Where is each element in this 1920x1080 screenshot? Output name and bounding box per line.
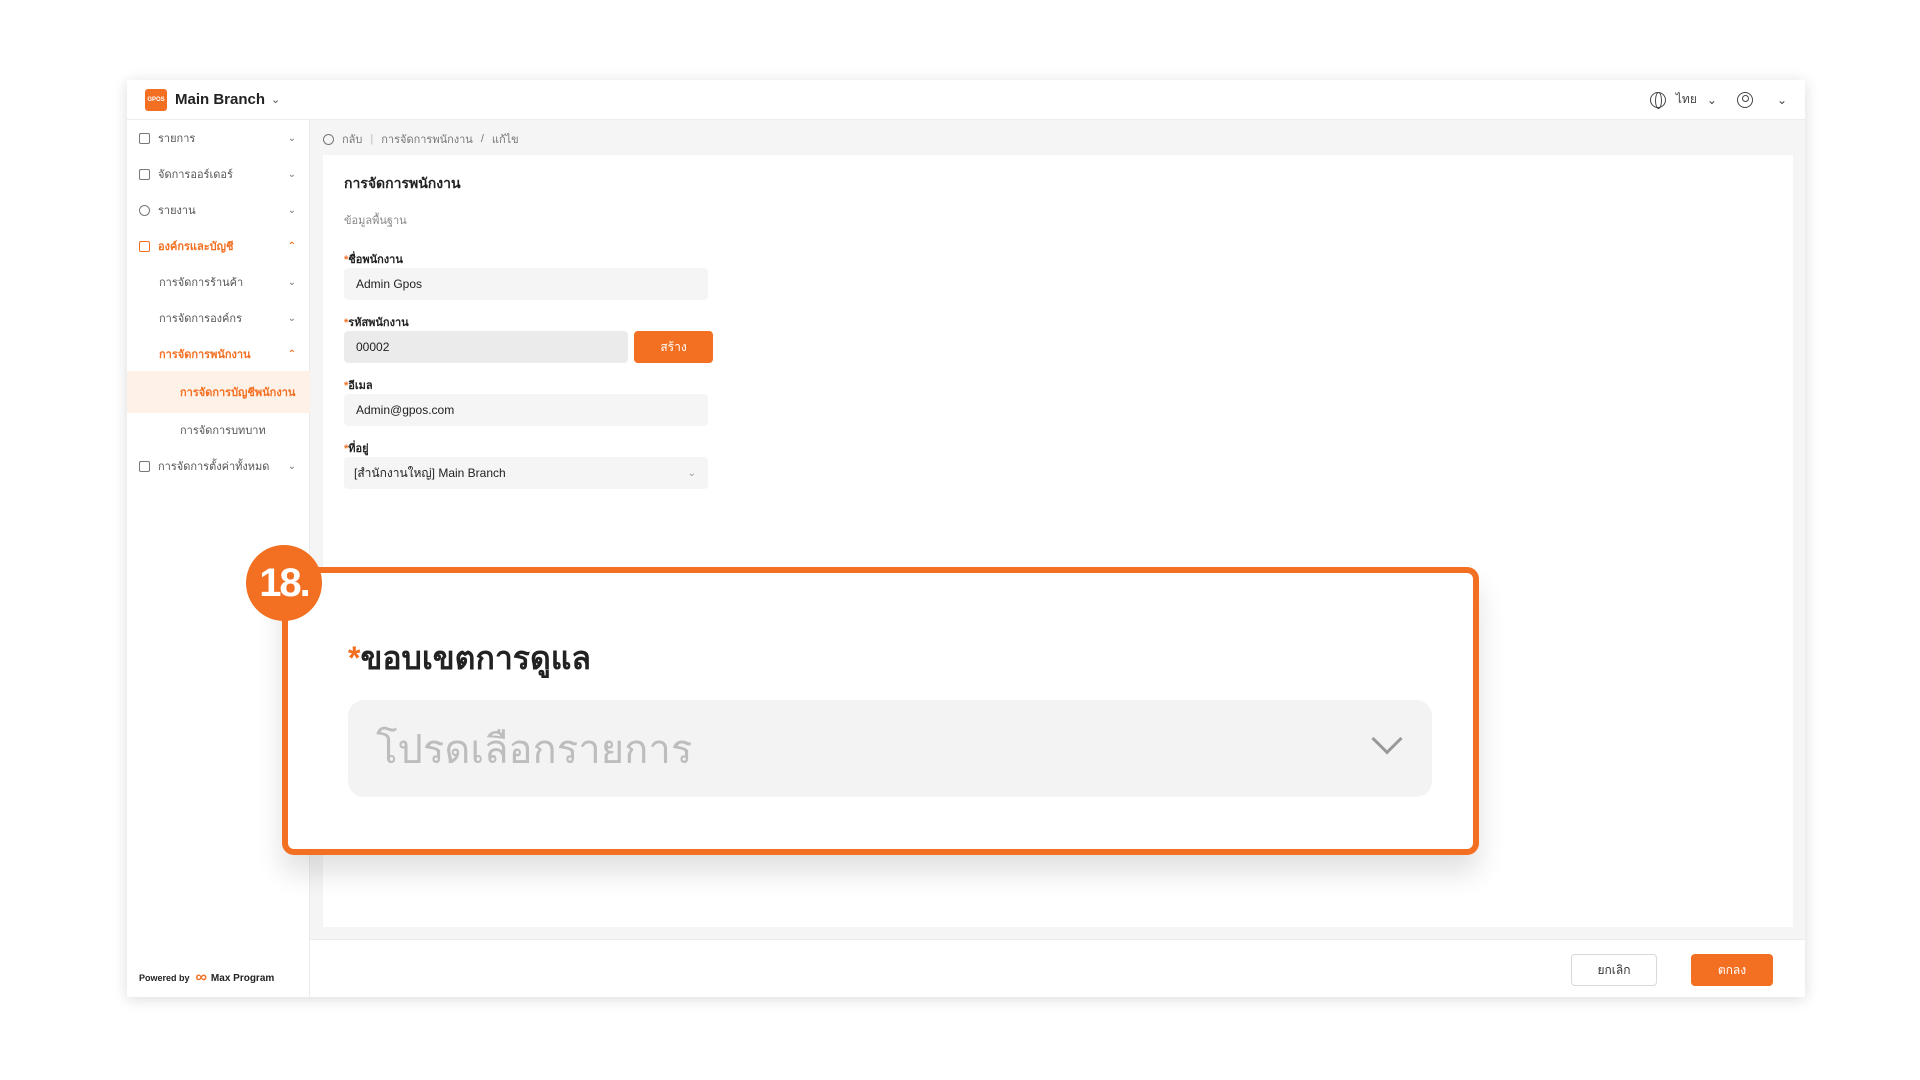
- main-content: กลับ | การจัดการพนักงาน / แก้ไข การจัดกา…: [310, 120, 1805, 997]
- breadcrumb-divider: |: [370, 133, 374, 145]
- user-icon[interactable]: [1736, 91, 1753, 108]
- chevron-down-icon: ⌄: [287, 132, 296, 144]
- sidebar-item-label: การจัดการตั้งค่าทั้งหมด: [158, 461, 270, 473]
- sidebar-item-label: องค์กรและบัญชี: [158, 241, 234, 253]
- sidebar-item-label: การจัดการบัญชีพนักงาน: [180, 387, 296, 399]
- sidebar-item-list[interactable]: รายการ ⌄: [127, 123, 310, 153]
- scope-label: *ขอบเขตการดูแล: [348, 640, 591, 676]
- sidebar-item-label: การจัดการร้านค้า: [159, 277, 244, 289]
- step-badge: 18.: [246, 545, 322, 621]
- ok-button[interactable]: ตกลง: [1691, 954, 1773, 986]
- address-select[interactable]: [สำนักงานใหญ่] Main Branch ⌄: [344, 457, 708, 489]
- chevron-down-icon: ⌄: [287, 204, 296, 216]
- chevron-down-icon[interactable]: ⌄: [1707, 93, 1717, 107]
- breadcrumb-current: แก้ไข: [491, 134, 519, 146]
- chevron-down-icon: ⌄: [287, 168, 296, 180]
- powered-by-text: Powered by: [139, 973, 190, 983]
- employee-code-label: *รหัสพนักงาน: [344, 317, 409, 329]
- sidebar-item-org-management[interactable]: การจัดการองค์กร ⌄: [127, 303, 310, 333]
- back-link[interactable]: กลับ: [342, 130, 362, 148]
- clipboard-icon: [139, 168, 150, 180]
- scope-select[interactable]: โปรดเลือกรายการ: [348, 700, 1432, 797]
- scope-placeholder: โปรดเลือกรายการ: [376, 727, 693, 772]
- label-text: ที่อยู่: [348, 443, 369, 455]
- list-icon: [139, 132, 150, 144]
- employee-code-field[interactable]: 00002: [344, 331, 628, 363]
- breadcrumb-parent[interactable]: การจัดการพนักงาน: [381, 130, 473, 148]
- chevron-down-icon: ⌄: [287, 460, 296, 472]
- app-logo: GPOS: [145, 88, 167, 111]
- app-window: GPOS Main Branch ⌄ ไทย ⌄ ⌄ รายการ ⌄ จัดก…: [127, 80, 1805, 997]
- address-label: *ที่อยู่: [344, 443, 369, 455]
- email-field[interactable]: Admin@gpos.com: [344, 394, 708, 426]
- sidebar-item-reports[interactable]: รายงาน ⌄: [127, 195, 310, 225]
- zoom-callout: *ขอบเขตการดูแล โปรดเลือกรายการ: [282, 567, 1479, 855]
- label-text: ขอบเขตการดูแล: [360, 640, 591, 676]
- people-icon: [139, 240, 150, 252]
- settings-icon: [139, 460, 150, 472]
- back-icon[interactable]: [323, 133, 334, 145]
- sidebar-item-label: การจัดการบทบาท: [180, 425, 266, 437]
- label-text: ชื่อพนักงาน: [348, 254, 403, 266]
- globe-icon[interactable]: [1649, 91, 1666, 109]
- chevron-down-icon: [1371, 723, 1403, 755]
- sidebar-item-label: การจัดการองค์กร: [159, 313, 242, 325]
- breadcrumb: กลับ | การจัดการพนักงาน / แก้ไข: [323, 130, 519, 148]
- breadcrumb-separator: /: [480, 133, 484, 145]
- sidebar-item-label: รายการ: [158, 133, 196, 145]
- cancel-button[interactable]: ยกเลิก: [1571, 954, 1657, 986]
- sidebar-item-employee-accounts[interactable]: การจัดการบัญชีพนักงาน: [127, 371, 310, 413]
- sidebar-item-roles[interactable]: การจัดการบทบาท: [127, 415, 310, 445]
- sidebar-item-organization[interactable]: องค์กรและบัญชี ⌃: [127, 231, 310, 261]
- chevron-down-icon: ⌄: [287, 312, 296, 324]
- top-right-controls: ไทย ⌄ ⌄: [1649, 90, 1787, 109]
- label-text: รหัสพนักงาน: [348, 317, 409, 329]
- chevron-down-icon: ⌄: [287, 276, 296, 288]
- brand-logo-icon: ∞: [195, 969, 207, 986]
- chevron-down-icon: ⌄: [687, 467, 696, 479]
- sidebar-item-employee-management[interactable]: การจัดการพนักงาน ⌃: [127, 339, 310, 369]
- generate-code-button[interactable]: สร้าง: [634, 331, 713, 363]
- language-selector[interactable]: ไทย: [1676, 90, 1697, 109]
- sidebar-item-label: การจัดการพนักงาน: [159, 349, 251, 361]
- page-title: การจัดการพนักงาน: [344, 175, 461, 191]
- chevron-down-icon[interactable]: ⌄: [271, 93, 280, 106]
- email-label: *อีเมล: [344, 380, 373, 392]
- sidebar-item-orders[interactable]: จัดการออร์เดอร์ ⌄: [127, 159, 310, 189]
- branch-selector[interactable]: Main Branch: [175, 91, 265, 108]
- sidebar-item-label: จัดการออร์เดอร์: [158, 169, 233, 181]
- sidebar-item-label: รายงาน: [158, 205, 196, 217]
- sidebar-item-settings[interactable]: การจัดการตั้งค่าทั้งหมด ⌄: [127, 451, 310, 481]
- employee-name-label: *ชื่อพนักงาน: [344, 254, 403, 266]
- section-title: ข้อมูลพื้นฐาน: [344, 215, 407, 227]
- sidebar-item-store-management[interactable]: การจัดการร้านค้า ⌄: [127, 267, 310, 297]
- form-footer: ยกเลิก ตกลง: [310, 939, 1805, 997]
- chevron-up-icon: ⌃: [287, 348, 296, 360]
- chevron-down-icon[interactable]: ⌄: [1777, 93, 1787, 107]
- address-selected-value: [สำนักงานใหญ่] Main Branch: [354, 465, 506, 480]
- brand-name: Max Program: [210, 972, 275, 984]
- label-text: อีเมล: [348, 380, 373, 392]
- powered-by: Powered by ∞ Max Program: [139, 969, 274, 987]
- top-bar: GPOS Main Branch ⌄ ไทย ⌄ ⌄: [127, 80, 1805, 120]
- employee-name-field[interactable]: Admin Gpos: [344, 268, 708, 300]
- chevron-up-icon: ⌃: [287, 240, 296, 252]
- clock-icon: [139, 204, 150, 216]
